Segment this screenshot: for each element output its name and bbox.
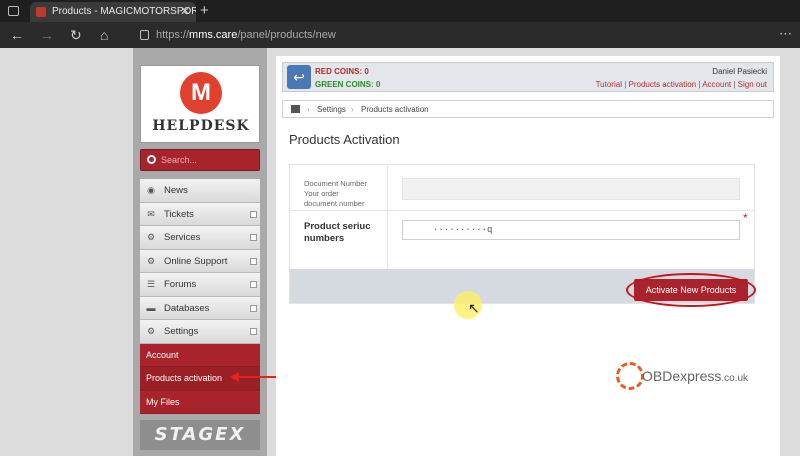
watermark-logo-icon <box>616 362 644 390</box>
user-links: Tutorial | Products activation | Account… <box>596 80 767 89</box>
serial-numbers-label-line: numbers <box>304 233 345 244</box>
gear-icon: ⚙ <box>146 326 156 336</box>
annotation-arrow-head <box>230 372 239 382</box>
url-scheme: https:// <box>156 29 190 41</box>
sidebar-item-label: Forums <box>164 279 197 290</box>
helpdesk-logo[interactable]: M HELPDESK <box>140 65 260 143</box>
tab-favicon-icon <box>36 7 46 17</box>
expand-icon[interactable] <box>250 304 257 312</box>
home-icon[interactable] <box>291 105 300 113</box>
breadcrumb-products-activation[interactable]: Products activation <box>361 101 429 118</box>
tab-title: Products - MAGICMOTORSPORT <box>52 6 196 17</box>
watermark-brand: OBDexpress <box>642 368 722 384</box>
lock-icon <box>140 30 149 40</box>
new-tab-icon[interactable]: + <box>200 1 209 21</box>
required-star-icon: * <box>743 211 748 225</box>
annotation-circle <box>626 273 756 307</box>
breadcrumb-separator: › <box>351 105 354 114</box>
back-button[interactable]: ↩ <box>287 65 311 89</box>
sidebar: M HELPDESK ◉ News ✉ Tickets ⚙ Services <box>133 48 267 456</box>
watermark-text: OBDexpress.co.uk <box>642 368 748 384</box>
column-divider <box>387 165 388 269</box>
main-content: ↩ RED COINS: 0 GREEN COINS: 0 Daniel Pas… <box>276 56 780 456</box>
watermark-suffix: .co.uk <box>721 373 749 384</box>
back-arrow-icon[interactable]: ← <box>10 26 24 44</box>
page-title: Products Activation <box>289 132 400 147</box>
breadcrumb-separator: › <box>307 105 310 114</box>
page: M HELPDESK ◉ News ✉ Tickets ⚙ Services <box>0 48 800 456</box>
address-bar: ← → ↻ ⌂ https://mms.care/panel/products/… <box>0 22 800 48</box>
logo-text: HELPDESK <box>152 118 250 134</box>
submenu-item-account[interactable]: Account <box>140 344 260 367</box>
serial-numbers-field[interactable]: ··········q <box>402 220 740 240</box>
sidebar-item-online-support[interactable]: ⚙ Online Support <box>140 249 260 273</box>
url-field[interactable]: https://mms.care/panel/products/new <box>130 25 790 45</box>
link-products-activation[interactable]: Products activation <box>629 80 697 89</box>
browser-tab[interactable]: Products - MAGICMOTORSPORT <box>30 2 196 22</box>
serial-numbers-label-line: Product seriuc <box>304 221 371 232</box>
expand-icon[interactable] <box>250 281 257 288</box>
gear-icon: ⚙ <box>146 232 156 242</box>
reload-icon[interactable]: ↻ <box>70 26 82 44</box>
expand-icon[interactable] <box>250 234 257 241</box>
sidebar-item-services[interactable]: ⚙ Services <box>140 226 260 250</box>
folder-icon: ▬ <box>146 302 156 313</box>
more-menu-icon[interactable]: ⋯ <box>779 26 792 42</box>
sidebar-item-settings[interactable]: ⚙ Settings <box>140 320 260 344</box>
window-menu-icon[interactable] <box>8 6 19 16</box>
settings-submenu: Account Products activation My Files <box>140 343 260 414</box>
sidebar-item-news[interactable]: ◉ News <box>140 179 260 203</box>
link-sign-out[interactable]: Sign out <box>738 80 767 89</box>
sidebar-item-label: Settings <box>164 326 199 337</box>
sidebar-item-forums[interactable]: ☰ Forums <box>140 273 260 297</box>
row-divider <box>290 210 754 211</box>
document-number-label: Document Number Your order document numb… <box>304 179 367 209</box>
rss-icon: ◉ <box>147 185 155 195</box>
sidebar-item-label: Databases <box>164 302 210 314</box>
activation-form: Document Number Your order document numb… <box>289 164 756 307</box>
url-path: /panel/products/new <box>237 29 336 41</box>
sidebar-item-label: Services <box>164 232 201 243</box>
close-tab-icon[interactable]: ✕ <box>180 2 190 20</box>
sidebar-item-label: Online Support <box>164 255 228 267</box>
stagex-logo[interactable]: STAGEX <box>140 420 260 450</box>
link-tutorial[interactable]: Tutorial <box>596 80 622 89</box>
search-icon <box>147 155 156 164</box>
document-number-label-line: Your order <box>304 189 339 198</box>
gear-icon: ⚙ <box>146 255 156 266</box>
document-number-field[interactable] <box>402 178 740 200</box>
forum-icon: ☰ <box>146 279 156 289</box>
serial-numbers-label: Product seriuc numbers <box>304 221 371 245</box>
submenu-item-my-files[interactable]: My Files <box>140 391 260 414</box>
document-number-label-line: Document Number <box>304 179 367 188</box>
sidebar-item-label: Tickets <box>164 208 194 220</box>
expand-icon[interactable] <box>250 257 257 265</box>
green-coins: GREEN COINS: 0 <box>315 80 381 89</box>
home-icon[interactable]: ⌂ <box>100 26 108 44</box>
breadcrumb-settings[interactable]: Settings <box>317 101 346 118</box>
sidebar-item-label: News <box>164 185 188 196</box>
document-number-label-line: document number <box>304 199 365 208</box>
red-coins: RED COINS: 0 <box>315 67 369 76</box>
logo-m-icon: M <box>180 72 222 114</box>
submenu-item-products-activation[interactable]: Products activation <box>140 367 260 391</box>
url-host: mms.care <box>189 29 238 41</box>
browser-tabbar: Products - MAGICMOTORSPORT ✕ + <box>0 0 800 22</box>
sidebar-item-databases[interactable]: ▬ Databases <box>140 296 260 320</box>
account-header: ↩ RED COINS: 0 GREEN COINS: 0 Daniel Pas… <box>282 62 774 92</box>
search-input[interactable] <box>161 152 257 168</box>
form-footer: Activate New Products <box>290 269 756 307</box>
sidebar-menu: ◉ News ✉ Tickets ⚙ Services ⚙ Online Sup… <box>140 179 260 414</box>
expand-icon[interactable] <box>250 328 257 335</box>
forward-arrow-icon[interactable]: → <box>40 26 54 44</box>
mouse-pointer-icon: ↖ <box>468 300 480 316</box>
sidebar-item-tickets[interactable]: ✉ Tickets <box>140 202 260 226</box>
expand-icon[interactable] <box>250 210 257 218</box>
link-account[interactable]: Account <box>702 80 731 89</box>
envelope-icon: ✉ <box>147 208 155 219</box>
breadcrumb: › Settings › Products activation <box>282 100 774 118</box>
search-box <box>140 149 260 171</box>
user-name: Daniel Pasiecki <box>712 67 767 76</box>
